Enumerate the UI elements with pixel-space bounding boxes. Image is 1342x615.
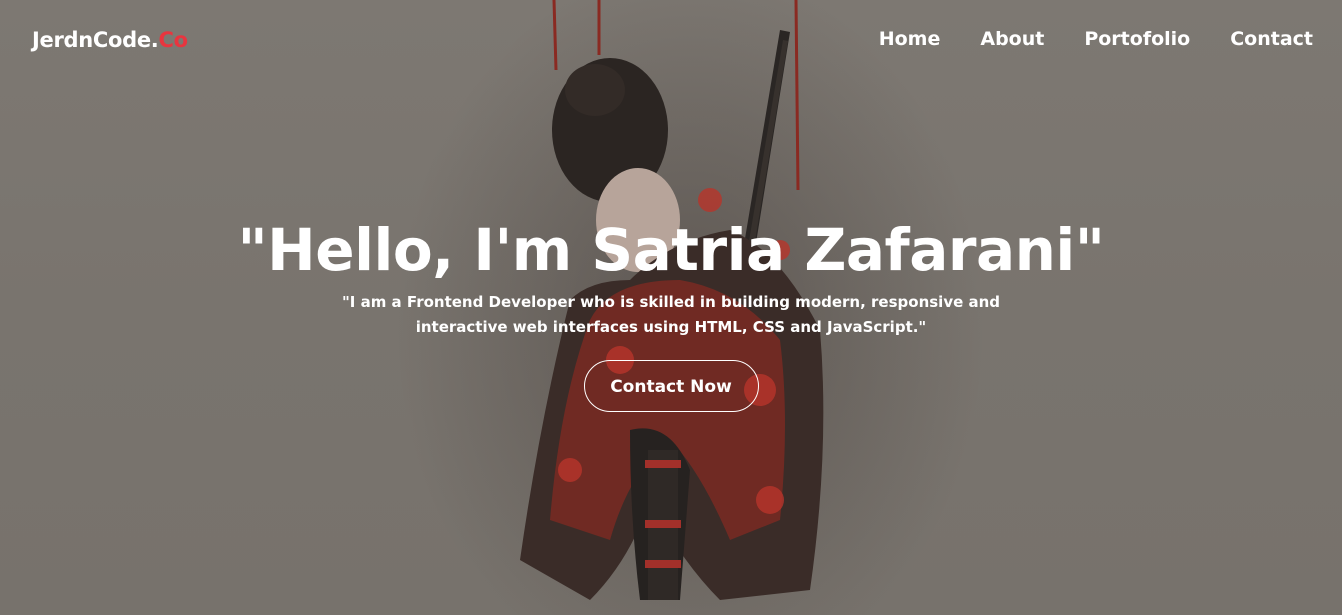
brand-name: JerdnCode. (32, 28, 159, 52)
brand-suffix: Co (158, 28, 189, 52)
nav-link-home[interactable]: Home (879, 28, 941, 50)
contact-now-button[interactable]: Contact Now (583, 360, 759, 412)
hero-section: JerdnCode.Co Home About Portofolio Conta… (0, 0, 1342, 615)
nav-links: Home About Portofolio Contact (879, 28, 1313, 50)
navbar: JerdnCode.Co Home About Portofolio Conta… (0, 0, 1342, 84)
hero-title: "Hello, I'm Satria Zafarani" (237, 216, 1105, 284)
nav-link-portfolio[interactable]: Portofolio (1084, 28, 1190, 50)
hero-content: "Hello, I'm Satria Zafarani" "I am a Fro… (0, 214, 1342, 412)
nav-link-contact[interactable]: Contact (1230, 28, 1313, 50)
hero-subtitle: "I am a Frontend Developer who is skille… (341, 293, 1001, 336)
nav-link-about[interactable]: About (980, 28, 1044, 50)
brand-logo[interactable]: JerdnCode.Co (32, 28, 188, 52)
